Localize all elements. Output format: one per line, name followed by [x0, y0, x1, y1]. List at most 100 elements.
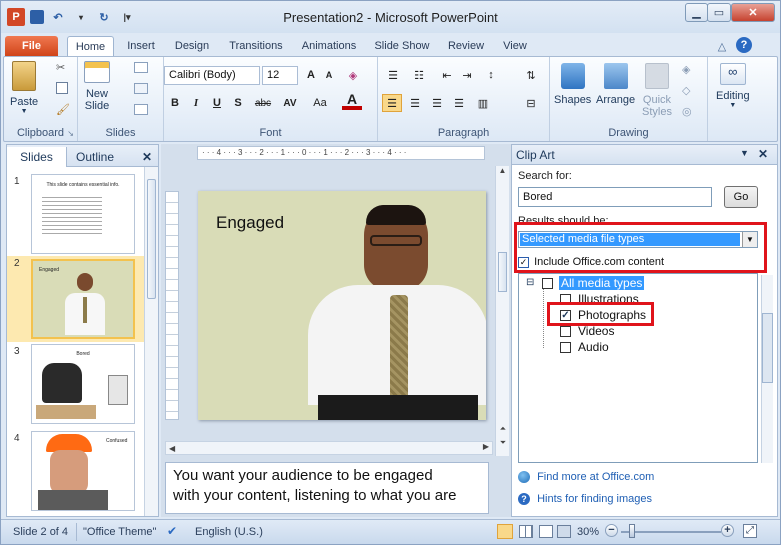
hints-link[interactable]: ? Hints for finding images — [518, 493, 652, 506]
tab-transitions[interactable]: Transitions — [225, 36, 287, 56]
numbering-icon[interactable]: ☷ — [410, 66, 428, 84]
scroll-thumb[interactable] — [498, 252, 507, 292]
normal-view-button[interactable] — [497, 524, 513, 539]
minimize-ribbon-icon[interactable]: △ — [715, 36, 729, 56]
tree-item-all-media[interactable]: All media types — [559, 276, 645, 290]
increase-indent-icon[interactable]: ⇥ — [458, 66, 476, 84]
line-spacing-icon[interactable]: ↕ — [482, 66, 500, 84]
slide-show-view-icon[interactable] — [557, 525, 571, 538]
spell-check-icon[interactable]: ✔ — [167, 524, 177, 538]
slide-thumbnail-3[interactable]: 3 Bored — [7, 344, 144, 430]
tree-expand-icon[interactable]: ⊟ — [526, 277, 534, 288]
scroll-thumb[interactable] — [762, 313, 773, 383]
clip-art-results-scrollbar[interactable] — [761, 275, 773, 463]
copy-icon[interactable] — [56, 82, 68, 94]
editor-horizontal-scrollbar[interactable]: ◀ ▶ — [165, 441, 493, 455]
checkbox-audio[interactable] — [560, 342, 571, 353]
font-color-button[interactable]: A — [342, 91, 362, 110]
notes-pane[interactable]: You want your audience to be engaged wit… — [165, 462, 489, 514]
zoom-level[interactable]: 30% — [577, 526, 599, 538]
zoom-in-button[interactable]: + — [721, 524, 734, 537]
tab-design[interactable]: Design — [170, 36, 214, 56]
editing-button[interactable]: ∞ Editing ▼ — [716, 63, 750, 109]
bold-button[interactable]: B — [166, 94, 184, 112]
grow-font-icon[interactable]: A — [302, 66, 320, 84]
shapes-button[interactable]: Shapes — [554, 63, 591, 106]
align-center-icon[interactable]: ☰ — [406, 94, 424, 112]
maximize-button[interactable]: ▭ — [707, 3, 731, 22]
tree-item-videos[interactable]: Videos — [578, 324, 614, 338]
decrease-indent-icon[interactable]: ⇤ — [438, 66, 456, 84]
font-name-select[interactable]: Calibri (Body) — [164, 66, 260, 85]
shrink-font-icon[interactable]: A — [320, 66, 338, 84]
close-button[interactable]: ✕ — [731, 3, 775, 22]
align-left-button[interactable]: ☰ — [382, 94, 402, 112]
slide-sorter-view-icon[interactable] — [519, 525, 533, 538]
tab-file[interactable]: File — [5, 36, 58, 56]
change-case-button[interactable]: Aa — [309, 94, 331, 112]
tab-outline[interactable]: Outline — [69, 147, 121, 167]
slide-title[interactable]: Engaged — [216, 213, 284, 233]
scroll-up-icon[interactable]: ▲ — [496, 166, 509, 180]
new-slide-button[interactable]: New Slide — [84, 61, 110, 112]
shadow-button[interactable]: S — [229, 94, 247, 112]
zoom-slider[interactable] — [621, 531, 721, 533]
slide-thumbnail-2[interactable]: 2 Engaged — [7, 256, 144, 342]
zoom-out-button[interactable]: − — [605, 524, 618, 537]
shape-fill-icon[interactable]: ◈ — [682, 63, 690, 76]
tab-animations[interactable]: Animations — [299, 36, 359, 56]
columns-icon[interactable]: ▥ — [474, 94, 492, 112]
justify-icon[interactable]: ☰ — [450, 94, 468, 112]
reading-view-icon[interactable] — [539, 525, 553, 538]
checkbox-all-media[interactable] — [542, 278, 553, 289]
minimize-button[interactable]: ▁ — [685, 3, 708, 22]
pane-options-icon[interactable]: ▼ — [740, 148, 749, 158]
italic-button[interactable]: I — [187, 94, 205, 112]
quick-styles-button[interactable]: Quick Styles — [642, 63, 672, 118]
shape-outline-icon[interactable]: ◇ — [682, 84, 690, 97]
bullets-icon[interactable]: ☰ — [384, 66, 402, 84]
fit-to-window-icon[interactable]: ⤢ — [743, 524, 757, 538]
next-slide-icon[interactable]: ⏷ — [496, 438, 510, 448]
align-right-icon[interactable]: ☰ — [428, 94, 446, 112]
cut-icon[interactable]: ✂ — [56, 61, 65, 74]
zoom-slider-thumb[interactable] — [629, 524, 635, 538]
underline-button[interactable]: U — [208, 94, 226, 112]
go-button[interactable]: Go — [724, 186, 758, 208]
search-input[interactable]: Bored — [518, 187, 712, 207]
close-pane-icon[interactable]: ✕ — [139, 147, 155, 167]
scroll-thumb[interactable] — [147, 179, 156, 299]
clear-formatting-icon[interactable]: ◈ — [344, 66, 362, 84]
layout-icon[interactable] — [134, 62, 148, 73]
tab-insert[interactable]: Insert — [121, 36, 161, 56]
text-direction-icon[interactable]: ⇅ — [522, 66, 540, 84]
tree-item-audio[interactable]: Audio — [578, 340, 609, 354]
character-spacing-button[interactable]: AV — [279, 94, 301, 112]
paste-button[interactable]: Paste ▼ — [10, 61, 38, 115]
format-painter-icon[interactable]: 🖌 — [56, 103, 70, 116]
section-icon[interactable] — [134, 104, 148, 115]
editor-vertical-scrollbar[interactable]: ▲ ⏶ ⏷ — [495, 166, 509, 456]
scroll-left-icon[interactable]: ◀ — [166, 444, 175, 453]
help-icon[interactable]: ? — [736, 37, 752, 53]
slides-pane-scrollbar[interactable] — [144, 167, 158, 516]
slide-thumbnail-4[interactable]: 4 Confused — [7, 431, 144, 517]
language[interactable]: English (U.S.) — [195, 526, 263, 538]
scroll-right-icon[interactable]: ▶ — [483, 442, 489, 451]
close-pane-icon[interactable]: ✕ — [758, 147, 768, 161]
tab-review[interactable]: Review — [445, 36, 487, 56]
shape-effects-icon[interactable]: ◎ — [682, 105, 692, 118]
align-text-icon[interactable]: ⊟ — [522, 94, 540, 112]
checkbox-videos[interactable] — [560, 326, 571, 337]
find-more-link[interactable]: Find more at Office.com — [518, 471, 654, 484]
tab-view[interactable]: View — [499, 36, 531, 56]
tab-home[interactable]: Home — [67, 36, 114, 56]
tab-slides[interactable]: Slides — [7, 147, 67, 167]
font-size-select[interactable]: 12 — [262, 66, 298, 85]
prev-slide-icon[interactable]: ⏶ — [496, 424, 510, 434]
dialog-launcher-icon[interactable]: ↘ — [67, 129, 74, 138]
reset-icon[interactable] — [134, 83, 148, 94]
tab-slide-show[interactable]: Slide Show — [373, 36, 431, 56]
slide-thumbnail-1[interactable]: 1 This slide contains essential info. — [7, 174, 144, 260]
slide-canvas[interactable]: Engaged — [198, 191, 486, 420]
